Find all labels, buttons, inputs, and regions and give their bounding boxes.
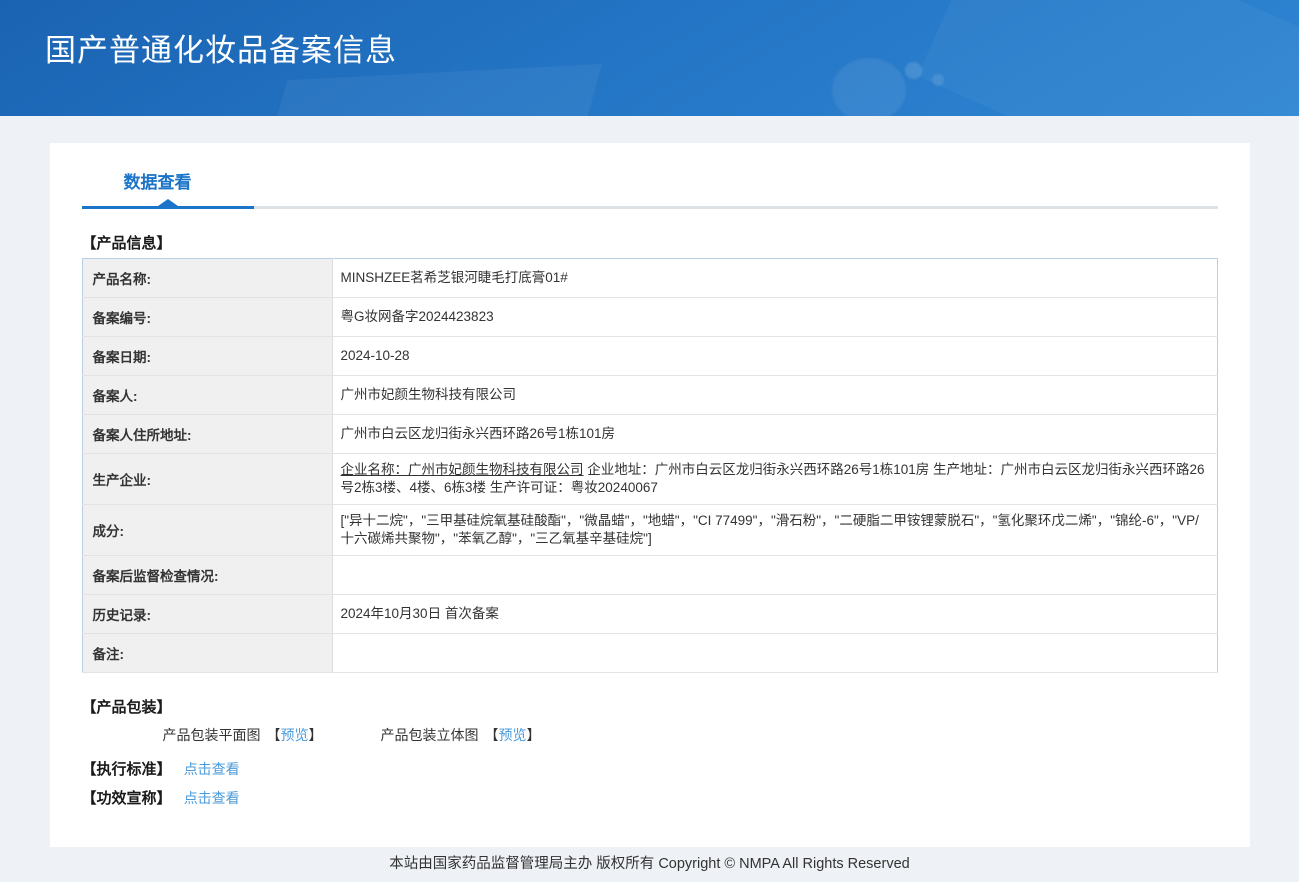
tab-active-indicator [81,206,254,209]
row-label: 备案人: [82,375,333,415]
row-label: 备案后监督检查情况: [82,555,333,595]
page-footer: 本站由国家药品监督管理局主办 版权所有 Copyright © NMPA All… [0,847,1299,882]
claims-view-link[interactable]: 点击查看 [184,790,240,806]
packaging-item: 产品包装立体图 【预览】 [381,728,541,743]
table-row: 备案日期: 2024-10-28 [82,336,1217,376]
row-label: 生产企业: [82,453,333,505]
table-row: 备案人: 广州市妃颜生物科技有限公司 [82,375,1217,415]
table-row: 备案人住所地址: 广州市白云区龙归街永兴西环路26号1栋101房 [82,414,1217,454]
row-label: 备注: [82,633,333,673]
packaging-item-label: 产品包装立体图 [380,727,479,743]
standard-section-title: 【执行标准】 [81,761,172,778]
row-value: ["异十二烷"，"三甲基硅烷氧基硅酸酯"，"微晶蜡"，"地蜡"，"CI 7749… [332,504,1217,556]
row-label: 备案编号: [82,297,333,337]
table-row: 产品名称: MINSHZEE茗希芝银河睫毛打底膏01# [82,258,1217,298]
packaging-preview-link[interactable]: 预览 [281,727,309,743]
row-label: 历史记录: [82,594,333,634]
row-value: MINSHZEE茗希芝银河睫毛打底膏01# [332,258,1217,298]
banner-decoration-circle [932,74,944,86]
bracket-open: 【 [484,727,499,743]
row-value [332,633,1217,673]
row-label: 备案日期: [82,336,333,376]
product-info-section-title: 【产品信息】 [81,235,172,252]
packaging-line: 产品包装平面图 【预览】 产品包装立体图 【预览】 [82,728,1218,743]
standard-view-link[interactable]: 点击查看 [184,761,240,777]
row-value: 2024-10-28 [332,336,1217,376]
row-value: 广州市妃颜生物科技有限公司 [332,375,1217,415]
row-value: 粤G妆网备字2024423823 [332,297,1217,337]
footer-copyright-text: 本站由国家药品监督管理局主办 版权所有 Copyright © NMPA All… [389,856,910,872]
standard-line: 【执行标准】 点击查看 [81,761,1218,778]
tab-arrow-icon [157,199,178,206]
bracket-close: 】 [526,727,541,743]
tab-bar: 数据查看 [81,173,1218,209]
page-title: 国产普通化妆品备案信息 [45,33,397,68]
bracket-open: 【 [266,727,281,743]
table-row: 备案后监督检查情况: [82,555,1217,595]
tab-underline [81,199,1218,209]
product-info-table: 产品名称: MINSHZEE茗希芝银河睫毛打底膏01# 备案编号: 粤G妆网备字202… [81,258,1218,673]
manufacturer-name-link[interactable]: 企业名称：广州市妃颜生物科技有限公司 [341,462,584,477]
row-value [332,555,1217,595]
content-card: 数据查看 【产品信息】 产品名称: MINSHZEE茗希芝银河睫毛打底膏01# 备案… [49,143,1250,847]
page-header: 国产普通化妆品备案信息 [0,0,1299,116]
claims-line: 【功效宣称】 点击查看 [81,790,1218,807]
table-row: 历史记录: 2024年10月30日 首次备案 [82,594,1217,634]
packaging-preview-link[interactable]: 预览 [499,727,527,743]
product-info-table-body: 产品名称: MINSHZEE茗希芝银河睫毛打底膏01# 备案编号: 粤G妆网备字202… [82,258,1217,673]
packaging-item: 产品包装平面图 【预览】 [163,728,323,743]
banner-decoration-polygon [268,63,602,116]
packaging-section-title: 【产品包装】 [81,699,172,716]
table-row: 备注: [82,633,1217,673]
row-value: 2024年10月30日 首次备案 [332,594,1217,634]
bracket-close: 】 [308,727,323,743]
table-row: 生产企业: 企业名称：广州市妃颜生物科技有限公司 企业地址：广州市白云区龙归街永兴… [82,453,1217,505]
packaging-item-label: 产品包装平面图 [162,727,261,743]
row-value: 广州市白云区龙归街永兴西环路26号1栋101房 [332,414,1217,454]
row-label: 成分: [82,504,333,556]
row-label: 产品名称: [82,258,333,298]
tab-data-view[interactable]: 数据查看 [124,173,192,193]
row-value: 企业名称：广州市妃颜生物科技有限公司 企业地址：广州市白云区龙归街永兴西环路26… [332,453,1217,505]
table-row: 成分: ["异十二烷"，"三甲基硅烷氧基硅酸酯"，"微晶蜡"，"地蜡"，"CI 7… [82,504,1217,556]
row-label: 备案人住所地址: [82,414,333,454]
table-row: 备案编号: 粤G妆网备字2024423823 [82,297,1217,337]
claims-section-title: 【功效宣称】 [81,790,172,807]
